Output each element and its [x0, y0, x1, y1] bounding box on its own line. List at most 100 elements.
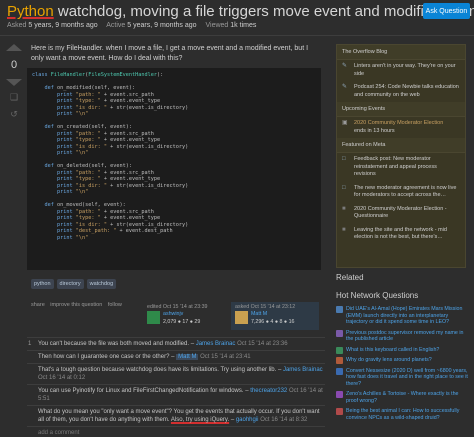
meta-heading: Featured on Meta [337, 138, 465, 153]
meta-item-text: The new moderator agreement is now live … [354, 184, 457, 199]
upcoming-item-text: 2020 Community Moderator Election [354, 120, 444, 126]
hnq-item[interactable]: Did UAE's Al-Amal (Hope) Emirates Mars M… [336, 306, 470, 326]
tag-watchdog[interactable]: watchdog [86, 279, 117, 289]
asker-card: asked Oct 15 '14 at 23:12 Matt M 7,296 ●… [231, 302, 319, 330]
pin-icon: ■ [342, 226, 346, 233]
pen-icon: ✎ [342, 63, 348, 69]
question-header: Python watchdog, moving a file triggers … [0, 0, 474, 42]
hnq-item[interactable]: What is this keyboard called in English? [336, 346, 470, 354]
comment-user[interactable]: thecreator232 [250, 388, 287, 394]
comment: You can use Pyinotify for Linux and File… [27, 384, 325, 405]
comment-text: That's a tough question because watchdog… [38, 367, 282, 373]
ask-question-button[interactable]: Ask Question [423, 3, 470, 19]
question-title[interactable]: Python watchdog, moving a file triggers … [7, 3, 474, 20]
asked-label: Asked [7, 22, 27, 29]
code-block: class FileHandler(FileSystemEventHandler… [27, 68, 321, 270]
upcoming-heading: Upcoming Events [337, 102, 465, 117]
hnq-item-text: Convert Nessesize (2020 D) well from ~68… [346, 367, 468, 387]
hnq-item[interactable]: Convert Nessesize (2020 D) well from ~68… [336, 367, 470, 388]
improve-question-link[interactable]: improve this question [50, 302, 102, 308]
blog-item-text: Linters aren't in your way. They're on y… [354, 63, 456, 77]
viewed-value: 1k times [230, 22, 257, 29]
comment: 1 You can't because the file was both mo… [27, 337, 325, 350]
upcoming-item[interactable]: ▣ 2020 Community Moderator Election ends… [337, 117, 465, 138]
comment-score: 1 [28, 341, 32, 347]
tag-directory[interactable]: directory [56, 279, 84, 289]
upcoming-item-sub: ends in 13 hours [354, 127, 395, 134]
active-label: Active [106, 22, 126, 29]
hnq-item-text: Zeno's Achilles & Tortoise - Where exact… [346, 391, 459, 404]
vote-column: 0 ❑ ↺ [4, 44, 24, 120]
asked-value: 5 years, 9 months ago [28, 22, 98, 29]
meta-item[interactable]: □ Feedback post: New moderator reinstate… [337, 153, 465, 182]
blog-item[interactable]: ✎ Podcast 254: Code Newbie talks educati… [337, 81, 465, 102]
related-heading: Related [336, 273, 364, 282]
overflow-blog-panel: The Overflow Blog ✎ Linters aren't in yo… [336, 44, 466, 268]
blog-item[interactable]: ✎ Linters aren't in your way. They're on… [337, 60, 465, 81]
hnq-item[interactable]: Zeno's Achilles & Tortoise - Where exact… [336, 391, 470, 404]
comment-user[interactable]: gaohhgii [236, 417, 259, 423]
site-icon [336, 346, 343, 354]
comment-user[interactable]: James Brainac [283, 367, 323, 373]
question-meta: Asked 5 years, 9 months ago Active 5 yea… [7, 22, 263, 29]
calendar-icon: ▣ [342, 120, 348, 126]
comment-user[interactable]: James Brainac [196, 341, 236, 347]
meta-item[interactable]: ■ Leaving the site and the network - mid… [337, 224, 465, 245]
hot-network-heading: Hot Network Questions [336, 291, 419, 300]
header-divider [0, 35, 474, 36]
meta-item[interactable]: □ The new moderator agreement is now liv… [337, 182, 465, 203]
comment-text: You can't because the file was both move… [38, 341, 195, 347]
tag-list: python directory watchdog [31, 279, 117, 289]
viewed-label: Viewed [205, 22, 229, 29]
hnq-item-text: Why do gravity lens around planets? [346, 357, 432, 363]
comment-time[interactable]: Oct 16 '14 at 0:12 [38, 375, 85, 381]
asker-avatar[interactable] [235, 311, 248, 324]
editor-card: edited Oct 15 '14 at 23:39 ashwinjv 2,07… [143, 302, 231, 330]
comment-user[interactable]: Matt M [176, 354, 199, 360]
comment-text: Then how can I guarantee one case or the… [38, 354, 175, 360]
follow-link[interactable]: follow [108, 302, 122, 308]
blog-heading: The Overflow Blog [337, 45, 465, 60]
site-icon [336, 391, 343, 398]
bookmark-icon[interactable]: ❑ [4, 92, 24, 103]
comment: What do you mean you "only want a move e… [27, 405, 325, 426]
hnq-item-text: Previous postdoc supervisor removed my n… [346, 329, 464, 343]
comment-time[interactable]: Oct 16 '14 at 8:32 [260, 417, 307, 423]
editor-name[interactable]: ashwinjv [163, 311, 183, 317]
title-tag-word: Python [7, 3, 54, 20]
hnq-item[interactable]: Why do gravity lens around planets? [336, 357, 470, 364]
history-icon[interactable]: ↺ [4, 109, 24, 120]
comment-text: You can use Pyinotify for Linux and File… [38, 388, 249, 394]
edited-timestamp[interactable]: edited Oct 15 '14 at 23:39 [147, 304, 208, 310]
share-link[interactable]: share [31, 302, 45, 308]
post-actions: share improve this question follow [31, 302, 126, 308]
hnq-item[interactable]: Previous postdoc supervisor removed my n… [336, 329, 470, 343]
chat-icon: □ [342, 184, 346, 191]
hnq-item-text: Being the best animal I can: How to succ… [346, 408, 460, 421]
hnq-item-text: Did UAE's Al-Amal (Hope) Emirates Mars M… [346, 306, 463, 325]
site-icon [336, 367, 343, 375]
site-icon [336, 408, 343, 415]
asker-reputation: 7,296 ● 4 ● 8 ● 16 [251, 319, 295, 325]
tag-python[interactable]: python [31, 279, 54, 289]
meta-item[interactable]: ■ 2020 Community Moderator Election - Qu… [337, 203, 465, 224]
meta-item-text: Leaving the site and the network - mid e… [354, 226, 447, 241]
comment-time[interactable]: Oct 15 '14 at 23:41 [200, 354, 251, 360]
question-body-text: Here is my FileHandler. when I move a fi… [31, 45, 309, 62]
downvote-arrow-icon[interactable] [6, 79, 22, 86]
meta-item-text: 2020 Community Moderator Election - Ques… [354, 205, 447, 220]
pin-icon: ■ [342, 205, 346, 212]
meta-item-text: Feedback post: New moderator reinstateme… [354, 156, 437, 177]
pen-icon: ✎ [342, 84, 348, 90]
site-icon [336, 357, 343, 364]
upvote-arrow-icon[interactable] [6, 44, 22, 51]
comment-time[interactable]: Oct 15 '14 at 23:36 [237, 341, 288, 347]
title-text: watchdog, moving a file triggers move ev… [53, 3, 474, 20]
active-value: 5 years, 9 months ago [127, 22, 197, 29]
editor-avatar[interactable] [147, 311, 160, 324]
asked-timestamp: asked Oct 15 '14 at 23:12 [235, 304, 296, 310]
add-comment-link[interactable]: add a comment [27, 426, 325, 436]
asker-name[interactable]: Matt M [251, 311, 267, 317]
comment-text-underlined: Also, try using iQuery. [170, 417, 230, 423]
hnq-item[interactable]: Being the best animal I can: How to succ… [336, 408, 470, 421]
